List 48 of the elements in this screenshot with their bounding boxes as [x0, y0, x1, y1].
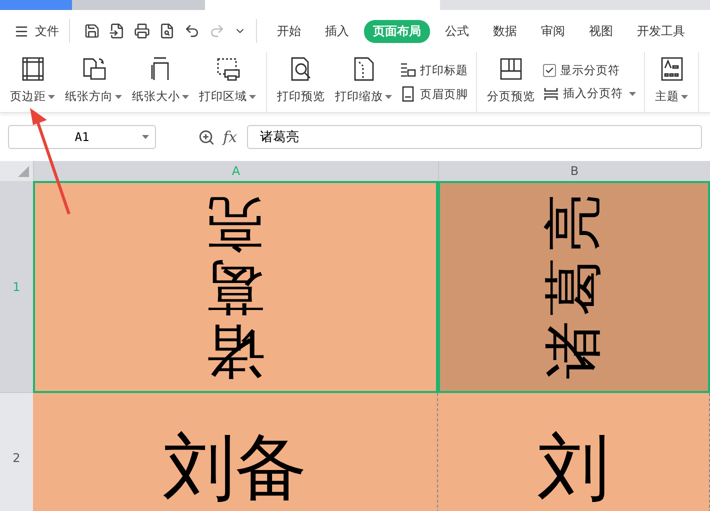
ribbon-tab[interactable]: 公式: [436, 20, 478, 42]
corner-triangle-icon: [18, 166, 29, 177]
print-preview-icon[interactable]: [159, 23, 175, 39]
zoom-icon[interactable]: [198, 128, 215, 146]
ribbon-tab[interactable]: 审阅: [532, 20, 574, 42]
theme-icon: [658, 56, 684, 82]
page-rotate-icon: [80, 56, 106, 82]
check-icon: [545, 66, 554, 74]
ribbon-button[interactable]: 页边距: [8, 52, 57, 112]
caret-icon: [142, 135, 149, 139]
row-header[interactable]: 2: [0, 393, 33, 511]
print-area-icon: [214, 56, 240, 82]
print-icon[interactable]: [134, 23, 150, 39]
ribbon-tab[interactable]: 数据: [484, 20, 526, 42]
ribbon-button[interactable]: 插入分页符: [543, 86, 636, 102]
ribbon-button[interactable]: 打印标题: [400, 62, 468, 78]
ribbon-button[interactable]: 主题: [653, 52, 690, 112]
ribbon-button[interactable]: 页眉页脚: [400, 86, 468, 102]
cell-text: 诸葛亮: [206, 190, 264, 382]
checkbox[interactable]: [543, 64, 556, 76]
undo-icon[interactable]: [184, 23, 200, 39]
ribbon-tab[interactable]: 视图: [580, 20, 622, 42]
ribbon-tab[interactable]: 开发工具: [628, 20, 694, 42]
file-menu-button[interactable]: 文件: [14, 19, 70, 43]
name-box[interactable]: A1: [8, 125, 156, 149]
save-icon[interactable]: [84, 23, 100, 39]
cell-text: 诸葛亮: [544, 192, 602, 382]
ribbon-button[interactable]: 打印缩放: [333, 52, 394, 112]
cell-text: 刘备: [163, 424, 307, 510]
header-footer-icon: [400, 86, 416, 102]
cell-text: 刘: [538, 424, 610, 510]
insert-page-break-icon: [543, 86, 559, 102]
function-label[interactable]: fx: [223, 128, 238, 146]
show-page-breaks-checkbox[interactable]: 显示分页符: [543, 62, 636, 78]
ribbon-button[interactable]: 纸张方向: [63, 52, 124, 112]
ribbon-button[interactable]: 打印区域: [197, 52, 258, 112]
menu-icon: [14, 24, 29, 38]
print-titles-icon: [400, 62, 416, 78]
export-icon[interactable]: [109, 23, 125, 39]
ribbon-button[interactable]: 打印预览: [275, 52, 327, 112]
ribbon-tab[interactable]: 开始: [268, 20, 310, 42]
formula-field[interactable]: 诸葛亮: [247, 125, 702, 149]
ribbon-button[interactable]: 分页预览: [485, 52, 537, 112]
ribbon-button[interactable]: 纸张大小: [130, 52, 191, 112]
margins-icon: [20, 56, 46, 82]
ribbon-tab[interactable]: 插入: [316, 20, 358, 42]
page-break-preview-icon: [498, 56, 524, 82]
column-header[interactable]: B: [438, 161, 710, 181]
